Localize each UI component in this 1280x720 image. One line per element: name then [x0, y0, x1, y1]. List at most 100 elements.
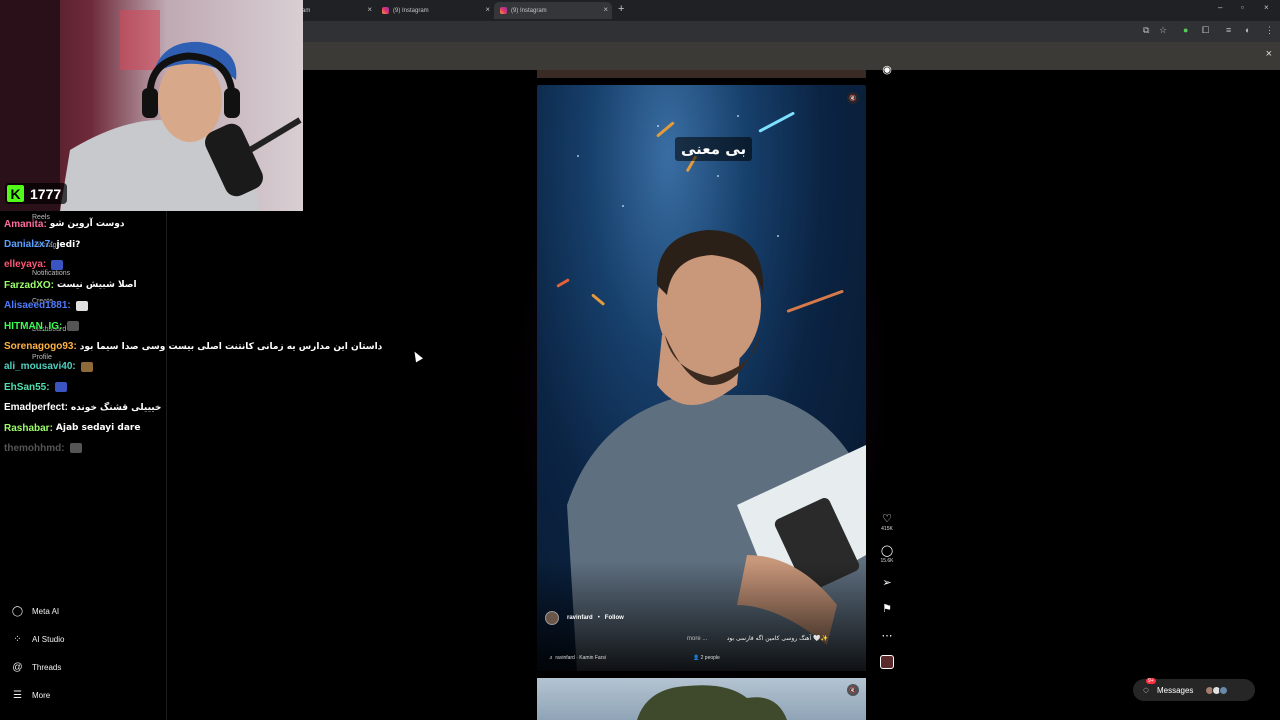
previous-reel-edge[interactable]: [537, 70, 866, 78]
emote-icon: [54, 382, 67, 393]
chat-username[interactable]: Sorenagogo93:: [4, 341, 77, 352]
chat-username[interactable]: Alisaeed1881:: [4, 300, 71, 311]
menu-icon: ☰: [13, 690, 22, 701]
chat-message: ali_mousavi40:: [4, 357, 384, 377]
tab-title: (9) Instagram: [393, 7, 429, 14]
chat-username[interactable]: elleyaya:: [4, 259, 46, 270]
sidebar-item-label: AI Studio: [32, 635, 65, 644]
threads-icon: @: [12, 662, 23, 673]
emote-icon: [69, 443, 82, 454]
profile-avatar-icon[interactable]: ◐: [1245, 25, 1250, 35]
sidebar-item-label: More: [32, 691, 51, 700]
close-window-button[interactable]: ×: [1264, 3, 1269, 12]
follow-button[interactable]: Follow: [605, 615, 624, 621]
chat-username[interactable]: HITMAN_IG:: [4, 321, 62, 332]
bookmark-star-icon[interactable]: ☆: [1159, 25, 1167, 36]
chat-message: Sorenagogo93: داستان این مدارس یه زمانی ک…: [4, 336, 384, 356]
viewer-count-badge: K 1777: [5, 183, 68, 204]
close-tab-icon[interactable]: ×: [603, 5, 608, 14]
emote-icon: [75, 300, 88, 311]
install-app-icon[interactable]: ⧉: [1143, 25, 1149, 36]
close-tab-icon[interactable]: ×: [485, 5, 490, 14]
sidebar-item-more[interactable]: ☰ More: [12, 690, 50, 701]
browser-menu-icon[interactable]: ⋮: [1265, 25, 1274, 36]
like-count: 415K: [881, 526, 893, 532]
close-tab-icon[interactable]: ×: [367, 5, 372, 14]
browser-tab[interactable]: (9) Instagram ×: [376, 2, 494, 19]
send-icon: ➢: [882, 577, 892, 589]
stream-chat: Amanita: دوست آروین شو Danialzx7: jedi? elle…: [4, 214, 384, 459]
messenger-icon: ◌: [1143, 684, 1149, 696]
chat-message: FarzadXO: اصلا شبیش نیست: [4, 275, 384, 295]
avatar: [1219, 685, 1229, 695]
new-tab-button[interactable]: +: [618, 3, 624, 15]
chat-username[interactable]: Danialzx7:: [4, 239, 53, 250]
chat-message: Rashabar: Ajab sedayi dare: [4, 418, 384, 438]
reel-video[interactable]: بی معنی 🔇 ravinfard • Follow more ... آه…: [537, 85, 866, 671]
tagged-people-link[interactable]: 👤 2 people: [693, 655, 720, 661]
chat-username[interactable]: ali_mousavi40:: [4, 361, 76, 372]
chat-message: Danialzx7: jedi?: [4, 234, 384, 254]
sidebar-item-label: Threads: [32, 663, 62, 672]
reel-audio-link[interactable]: ♬ ravinfard · Kamin Farsi: [549, 655, 606, 661]
avatar[interactable]: [545, 611, 559, 625]
chat-message: HITMAN_IG:: [4, 316, 384, 336]
save-button[interactable]: ⚑: [878, 603, 896, 615]
instagram-favicon-icon: [500, 7, 507, 14]
chat-username[interactable]: EhSan55:: [4, 382, 50, 393]
extension-icon[interactable]: ●: [1183, 25, 1188, 35]
mute-button[interactable]: 🔇: [847, 92, 859, 104]
comment-button[interactable]: ◯ 15.6K: [878, 545, 896, 564]
browser-tab[interactable]: am ×: [296, 2, 376, 19]
ai-studio-icon: ⁘: [13, 634, 22, 645]
reel-options-avatar[interactable]: ◉: [878, 64, 896, 76]
sidebar-item-threads[interactable]: @ Threads: [12, 662, 61, 673]
chat-text: اصلا شبیش نیست: [57, 280, 137, 291]
tab-title: (9) Instagram: [511, 7, 547, 14]
chat-text: jedi?: [56, 239, 81, 250]
chat-message: Emadperfect: خیییلی قشنگ خونده: [4, 398, 384, 418]
chat-username[interactable]: FarzadXO:: [4, 280, 54, 291]
restore-window-button[interactable]: ▫: [1241, 3, 1244, 12]
tab-title: am: [302, 7, 311, 14]
chat-message: elleyaya:: [4, 255, 384, 275]
browser-tab-active[interactable]: (9) Instagram ×: [494, 2, 612, 19]
messages-button[interactable]: ◌ 9+ Messages: [1133, 678, 1255, 701]
reel-caption: آهنگ روسی کامین اگه فارسی بود 🤍✨: [726, 635, 828, 642]
chat-text: داستان این مدارس یه زمانی کانتنت اصلی بی…: [79, 341, 383, 352]
extensions-puzzle-icon[interactable]: ⧠: [1202, 25, 1209, 36]
chat-username[interactable]: themohhmd:: [4, 443, 65, 454]
messages-label: Messages: [1156, 685, 1194, 695]
close-infobar-icon[interactable]: ×: [1266, 48, 1272, 60]
caption-more-link[interactable]: more ...: [687, 636, 707, 642]
share-button[interactable]: ➢: [878, 577, 896, 589]
chat-message: themohhmd:: [4, 438, 384, 458]
sidebar-item-ai-studio[interactable]: ⁘ AI Studio: [12, 634, 64, 645]
chat-username[interactable]: Rashabar:: [4, 423, 53, 434]
media-control-icon[interactable]: ≡: [1226, 25, 1231, 35]
comment-icon: ◯: [880, 545, 894, 557]
chat-text: Ajab sedayi dare: [55, 423, 141, 434]
audio-thumbnail[interactable]: [880, 655, 894, 669]
chat-message: EhSan55:: [4, 377, 384, 397]
author-username[interactable]: ravinfard: [567, 615, 593, 621]
meta-ai-icon: ◯: [11, 606, 24, 617]
chat-username[interactable]: Amanita:: [4, 219, 47, 230]
bookmark-icon: ⚑: [882, 603, 892, 615]
minimize-window-button[interactable]: –: [1218, 3, 1222, 12]
mute-button[interactable]: 🔇: [847, 684, 859, 696]
comment-count: 15.6K: [880, 558, 894, 564]
sidebar-item-meta-ai[interactable]: ◯ Meta AI: [12, 606, 59, 617]
chat-username[interactable]: Emadperfect:: [4, 402, 68, 413]
chat-message: Alisaeed1881:: [4, 296, 384, 316]
chat-message: Amanita: دوست آروین شو: [4, 214, 384, 234]
webcam-illustration: [0, 0, 302, 211]
next-reel-preview[interactable]: 🔇: [537, 678, 866, 720]
like-button[interactable]: ♡ 415K: [878, 513, 896, 532]
kick-logo-icon: K: [7, 185, 24, 202]
emote-icon: [67, 321, 80, 332]
emote-icon: [51, 259, 64, 270]
viewer-count: 1777: [30, 185, 62, 202]
more-options-button[interactable]: ⋯: [878, 630, 896, 642]
chat-text: دوست آروین شو: [49, 219, 125, 230]
